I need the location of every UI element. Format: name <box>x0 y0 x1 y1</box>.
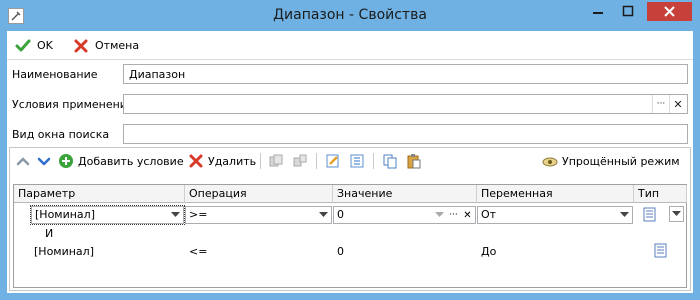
cross-icon <box>188 153 204 169</box>
cross-icon <box>73 38 89 54</box>
variable-cell[interactable]: До <box>481 245 496 258</box>
parameter-value: [Номинал] <box>35 208 95 221</box>
type-combo[interactable] <box>636 206 684 224</box>
name-value: Диапазон <box>129 68 186 81</box>
toolbar-separator <box>373 153 374 169</box>
toolbar-separator <box>260 153 261 169</box>
chevron-down-icon[interactable] <box>432 207 447 223</box>
add-condition-button[interactable]: Добавить условие <box>58 152 184 170</box>
edit-button[interactable] <box>325 152 345 170</box>
parameter-cell[interactable]: [Номинал] <box>34 245 94 258</box>
name-field[interactable]: Диапазон <box>123 64 688 84</box>
plus-circle-icon <box>58 153 74 169</box>
edit-icon <box>325 153 341 169</box>
operation-value: >= <box>189 208 208 221</box>
condition-toolbar: Добавить условие Удалить Упрощённый режи… <box>10 148 690 174</box>
chevron-down-icon[interactable] <box>617 207 632 223</box>
search-view-field[interactable] <box>123 124 688 144</box>
dialog-client-area: OK Отмена Наименование Диапазон Условия … <box>7 31 693 293</box>
close-button[interactable] <box>647 2 692 21</box>
move-up-button[interactable] <box>15 152 35 170</box>
simple-mode-button[interactable]: Упрощённый режим <box>542 152 680 170</box>
delete-button[interactable]: Удалить <box>188 152 256 170</box>
ungroup-icon <box>292 153 308 169</box>
properties-button[interactable] <box>349 152 369 170</box>
ok-button[interactable]: OK <box>15 37 53 54</box>
operation-cell[interactable]: <= <box>189 245 207 258</box>
column-header-parameter[interactable]: Параметр <box>14 185 185 203</box>
title-bar[interactable]: Диапазон - Свойства <box>0 0 700 32</box>
move-down-button[interactable] <box>36 152 56 170</box>
operation-combo[interactable]: >= <box>185 206 332 224</box>
condition-group: Добавить условие Удалить Упрощённый режи… <box>9 147 691 291</box>
action-bar: OK Отмена <box>7 31 693 60</box>
chevron-down-icon[interactable] <box>168 207 183 223</box>
ellipsis-icon[interactable]: ··· <box>446 207 461 223</box>
conditions-field[interactable]: ··· ✕ <box>123 94 688 114</box>
group-icon <box>268 153 284 169</box>
column-header-variable[interactable]: Переменная <box>477 185 634 203</box>
clear-icon: ✕ <box>673 97 683 111</box>
maximize-button[interactable] <box>614 2 642 21</box>
conditions-ellipsis-button[interactable]: ··· <box>652 95 669 113</box>
delete-label: Удалить <box>208 154 257 168</box>
paste-icon <box>406 153 422 169</box>
conditions-grid: Параметр Операция Значение Переменная Ти… <box>13 184 687 288</box>
column-header-value[interactable]: Значение <box>333 185 477 203</box>
cancel-label: Отмена <box>95 39 140 52</box>
document-type-icon <box>643 207 657 225</box>
search-view-label: Вид окна поиска <box>12 128 110 141</box>
minimize-button[interactable] <box>584 2 612 21</box>
column-header-operation[interactable]: Операция <box>185 185 333 203</box>
ellipsis-icon: ··· <box>656 99 666 109</box>
checkmark-icon <box>15 38 31 54</box>
ok-label: OK <box>37 39 53 52</box>
column-header-type[interactable]: Тип <box>634 185 687 203</box>
group-button[interactable] <box>268 152 288 170</box>
conditions-clear-button[interactable]: ✕ <box>669 95 686 113</box>
list-icon <box>349 153 365 169</box>
chevron-up-icon <box>15 153 31 169</box>
chevron-down-icon[interactable] <box>669 206 684 222</box>
conditions-label: Условия применения <box>12 98 134 111</box>
toolbar-separator <box>316 153 317 169</box>
value-cell[interactable]: 0 <box>337 245 344 258</box>
properties-window: Диапазон - Свойства OK Отмена Наименован… <box>0 0 700 300</box>
ungroup-button[interactable] <box>292 152 312 170</box>
name-label: Наименование <box>12 68 98 81</box>
variable-combo[interactable]: От <box>477 206 633 224</box>
chevron-down-icon[interactable] <box>316 207 331 223</box>
parameter-combo[interactable]: [Номинал] <box>30 205 185 225</box>
cancel-button[interactable]: Отмена <box>73 37 139 54</box>
logical-connector[interactable]: И <box>45 227 53 240</box>
document-type-icon[interactable] <box>654 243 668 261</box>
simple-mode-label: Упрощённый режим <box>562 154 680 168</box>
add-condition-label: Добавить условие <box>78 154 184 168</box>
eye-icon <box>542 153 558 169</box>
copy-button[interactable] <box>382 152 402 170</box>
paste-button[interactable] <box>406 152 426 170</box>
variable-value: От <box>481 208 497 221</box>
copy-icon <box>382 153 398 169</box>
chevron-down-icon <box>36 153 52 169</box>
value-value: 0 <box>337 208 344 221</box>
clear-icon[interactable]: ✕ <box>460 207 475 223</box>
value-combo[interactable]: 0 ··· ✕ <box>333 206 476 224</box>
